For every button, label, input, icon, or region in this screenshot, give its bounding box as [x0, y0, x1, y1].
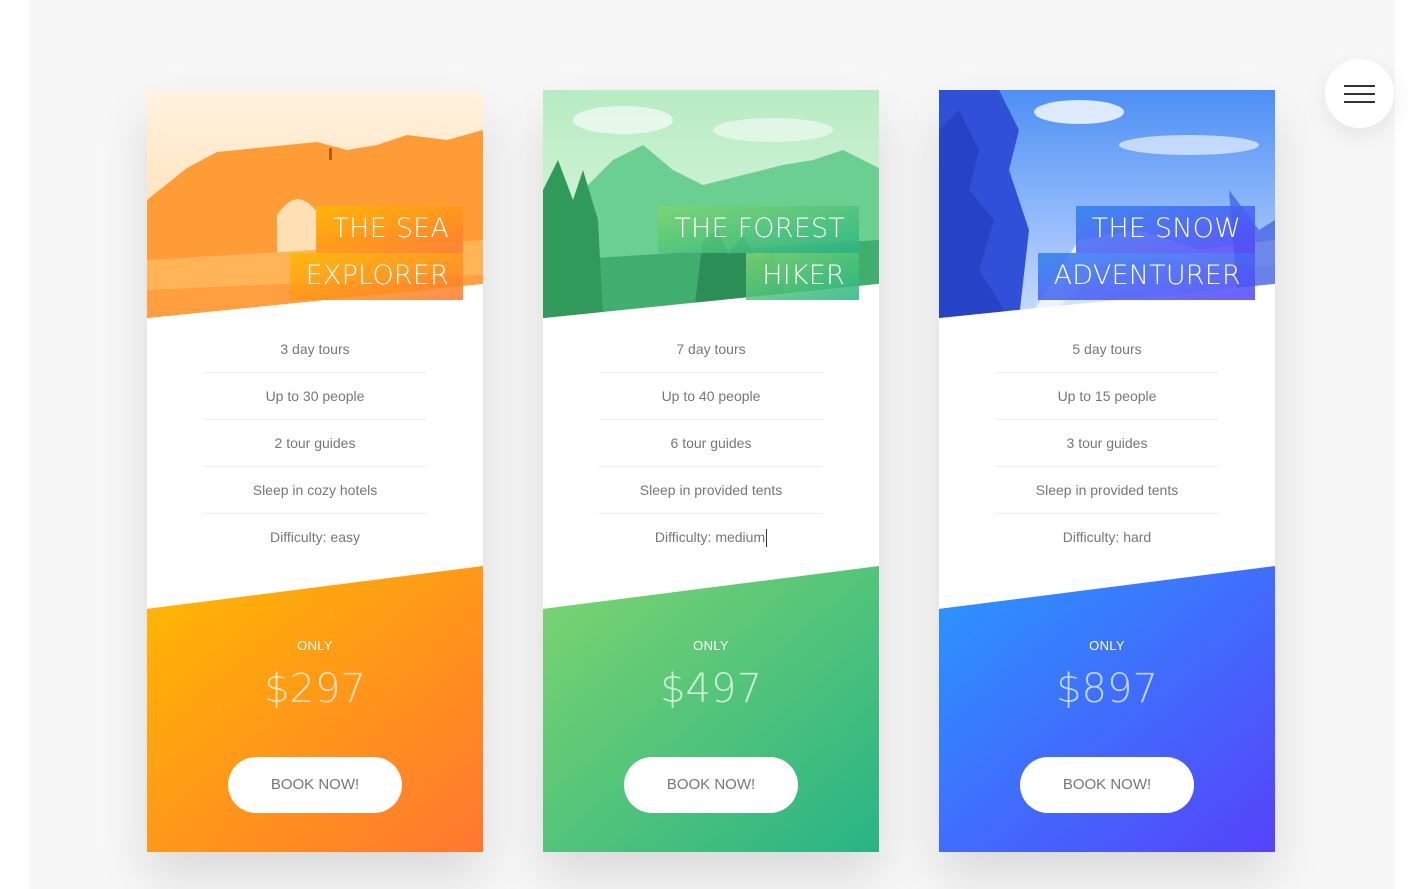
- book-now-button[interactable]: BOOK NOW!: [624, 757, 798, 813]
- detail-people: Up to 40 people: [599, 373, 823, 420]
- detail-people: Up to 30 people: [203, 373, 427, 420]
- detail-guides: 2 tour guides: [203, 420, 427, 467]
- detail-tours: 7 day tours: [599, 326, 823, 373]
- card-heading-forest: THE FOREST HIKER: [658, 206, 859, 300]
- menu-button[interactable]: [1325, 59, 1394, 128]
- detail-people: Up to 15 people: [995, 373, 1219, 420]
- detail-difficulty: Difficulty: hard: [1062, 529, 1152, 545]
- detail-tours: 5 day tours: [995, 326, 1219, 373]
- price-label: ONLY: [693, 638, 729, 653]
- detail-sleep: Sleep in provided tents: [599, 467, 823, 514]
- heading-line-2: HIKER: [746, 253, 859, 300]
- book-now-button[interactable]: BOOK NOW!: [228, 757, 402, 813]
- heading-line-2: ADVENTURER: [1037, 253, 1255, 300]
- book-now-button[interactable]: BOOK NOW!: [1020, 757, 1194, 813]
- detail-guides: 6 tour guides: [599, 420, 823, 467]
- detail-tours: 3 day tours: [203, 326, 427, 373]
- tour-card-forest-hiker: THE FOREST HIKER 7 day tours Up to 40 pe…: [543, 90, 879, 852]
- text-cursor: [766, 529, 768, 548]
- price-label: ONLY: [1089, 638, 1125, 653]
- detail-difficulty: Difficulty: easy: [270, 529, 360, 545]
- card-details: 5 day tours Up to 15 people 3 tour guide…: [995, 326, 1219, 560]
- detail-sleep: Sleep in provided tents: [995, 467, 1219, 514]
- detail-difficulty: Difficulty: medium: [599, 514, 823, 560]
- price-value: $897: [1056, 666, 1158, 712]
- card-heading-sea: THE SEA EXPLORER: [289, 206, 463, 300]
- card-details: 3 day tours Up to 30 people 2 tour guide…: [203, 326, 427, 560]
- heading-line-1: THE FOREST: [658, 206, 859, 253]
- tour-card-sea-explorer: THE SEA EXPLORER 3 day tours Up to 30 pe…: [147, 90, 483, 852]
- detail-sleep: Sleep in cozy hotels: [203, 467, 427, 514]
- price-value: $497: [660, 666, 762, 712]
- price-label: ONLY: [297, 638, 333, 653]
- tour-card-snow-adventurer: THE SNOW ADVENTURER 5 day tours Up to 15…: [939, 90, 1275, 852]
- heading-line-2: EXPLORER: [289, 253, 463, 300]
- heading-line-1: THE SEA: [316, 206, 463, 253]
- detail-guides: 3 tour guides: [995, 420, 1219, 467]
- card-details: 7 day tours Up to 40 people 6 tour guide…: [599, 326, 823, 560]
- card-heading-snow: THE SNOW ADVENTURER: [1037, 206, 1255, 300]
- price-value: $297: [264, 666, 366, 712]
- heading-line-1: THE SNOW: [1075, 206, 1255, 253]
